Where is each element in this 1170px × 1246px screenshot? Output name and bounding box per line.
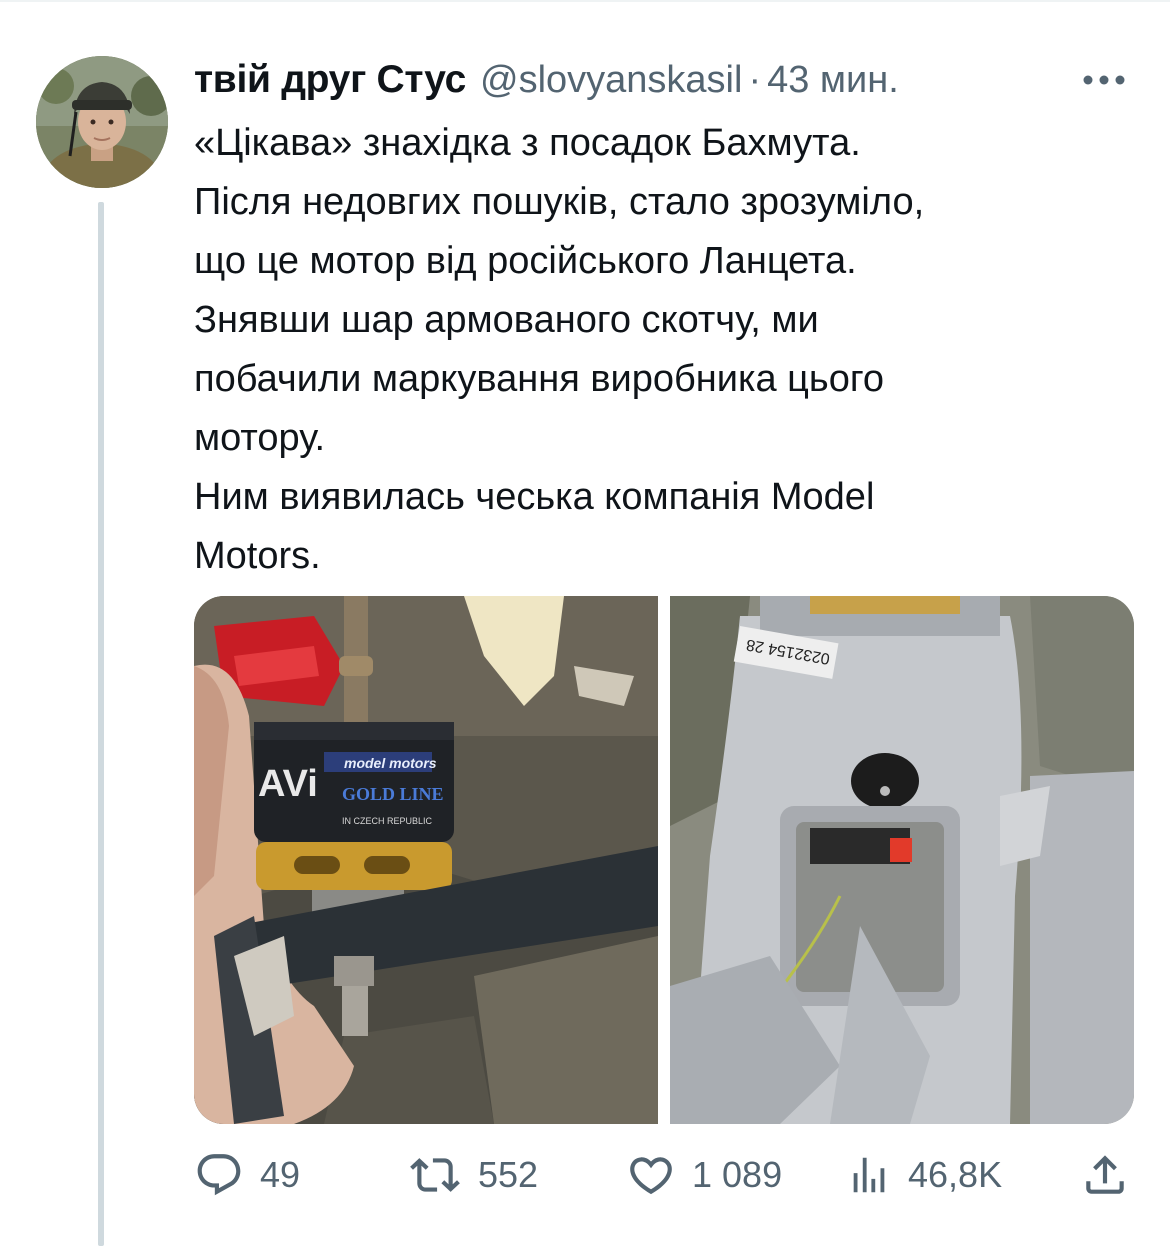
retweet-count: 552 (478, 1154, 539, 1195)
share-icon (1086, 1155, 1124, 1194)
tweet-text-line: Після недовгих пошуків, стало зрозуміло, (194, 181, 925, 223)
tweet-timestamp[interactable]: 43 мин. (767, 59, 899, 102)
header-separator: · (748, 58, 762, 101)
tweet-text-line: Motors. (194, 535, 321, 577)
motor-label-prefix: AVi (258, 763, 318, 805)
more-options-button[interactable] (1074, 56, 1134, 104)
reply-count: 49 (260, 1154, 301, 1195)
retweet-button[interactable]: 552 (408, 1140, 538, 1210)
views-icon (853, 1157, 885, 1193)
thread-connector-line (98, 202, 104, 1246)
more-dots-icon (1083, 75, 1125, 85)
reply-icon (197, 1154, 241, 1196)
tweet-header: твій друг Стус @slovyanskasil · 43 мин. (194, 52, 1134, 108)
tweet-text-line: мотору. (194, 417, 325, 459)
retweet-icon (410, 1158, 460, 1192)
views-count: 46,8K (908, 1154, 1003, 1195)
tweet-actions: 49 552 1 089 46,8K (194, 1140, 1134, 1210)
tweet-text-line: «Цікава» знахідка з посадок Бахмута. (194, 122, 861, 164)
tweet-text-line: Ним виявилась чеська компанія Model (194, 476, 875, 518)
views-button[interactable]: 46,8K (846, 1140, 1002, 1210)
top-divider (0, 0, 1170, 2)
author-display-name[interactable]: твій друг Стус (194, 58, 466, 102)
heart-icon (630, 1157, 672, 1195)
motor-label-brand: model motors (344, 755, 437, 771)
motor-label-line: GOLD LINE (342, 784, 444, 804)
tweet-text-line: що це мотор від російського Ланцета. (194, 240, 857, 282)
motor-label-origin: IN CZECH REPUBLIC (342, 816, 433, 826)
tweet-media: model motors GOLD LINE IN CZECH REPUBLIC… (194, 596, 1134, 1124)
avatar[interactable] (36, 56, 168, 188)
tweet-text-line: Знявши шар армованого скотчу, ми (194, 299, 819, 341)
photo-drone-body[interactable]: 0232154 28 (670, 596, 1134, 1124)
reply-button[interactable]: 49 (194, 1140, 300, 1210)
tweet-text-line: побачили маркування виробника цього (194, 358, 884, 400)
tweet-body: «Цікава» знахідка з посадок Бахмута. Піс… (194, 114, 1114, 586)
photo-motor[interactable]: model motors GOLD LINE IN CZECH REPUBLIC… (194, 596, 658, 1124)
like-button[interactable]: 1 089 (626, 1140, 782, 1210)
share-button[interactable] (1080, 1140, 1130, 1210)
author-handle[interactable]: @slovyanskasil (480, 59, 742, 102)
like-count: 1 089 (692, 1154, 783, 1195)
avatar-image (36, 56, 168, 188)
